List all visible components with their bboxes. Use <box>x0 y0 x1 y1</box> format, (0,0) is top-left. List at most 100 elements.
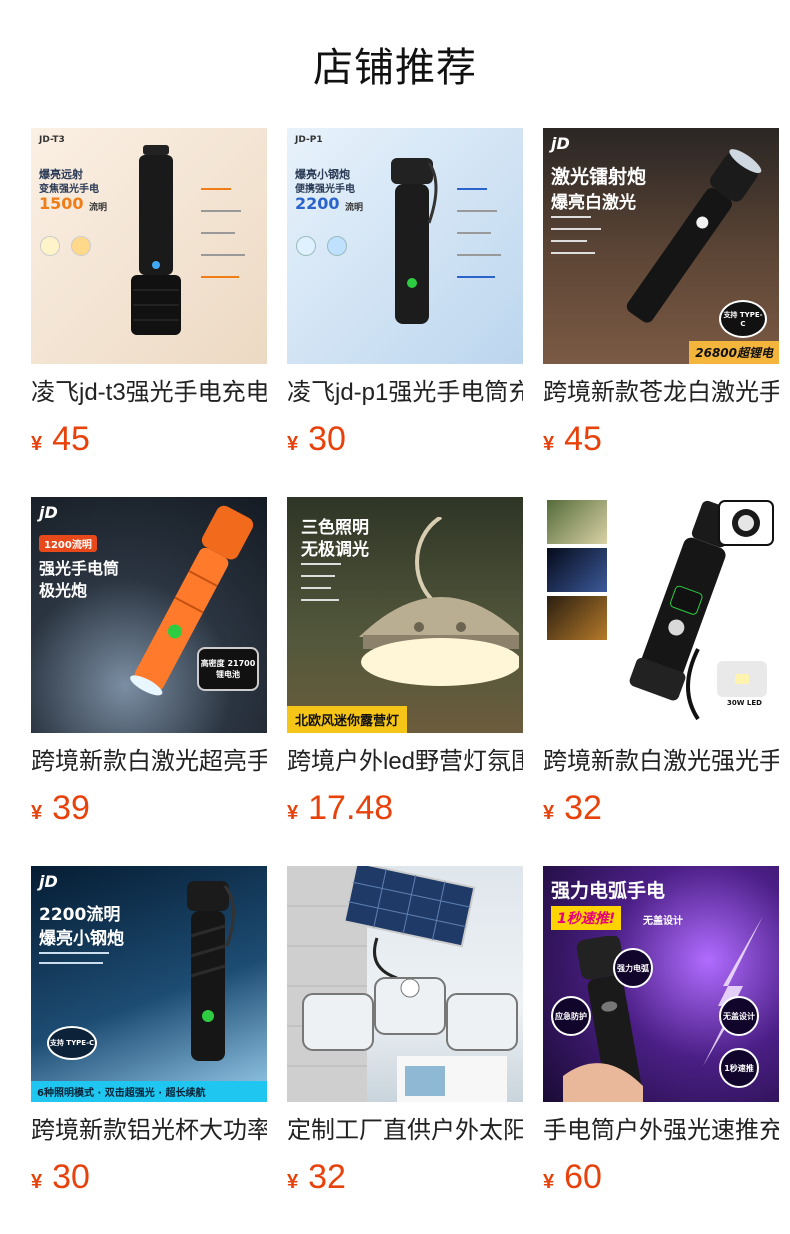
product-card[interactable]: JD-P1 爆亮小钢炮 便携强光手电 2200 流明 凌飞jd-p1强光手电筒充… <box>287 128 523 460</box>
brand-logo: jD <box>39 872 58 891</box>
brand-logo: jD <box>39 503 58 522</box>
product-price: ¥ 30 <box>287 420 523 460</box>
currency-symbol: ¥ <box>543 433 555 455</box>
product-image[interactable]: 30W LED <box>543 497 779 733</box>
product-price: ¥ 30 <box>31 1158 267 1198</box>
price-value: 32 <box>564 789 602 827</box>
product-price: ¥ 45 <box>31 420 267 460</box>
product-price: ¥ 45 <box>543 420 779 460</box>
feature-bubble: 应急防护 <box>551 996 591 1036</box>
price-value: 17.48 <box>308 789 394 827</box>
product-name[interactable]: 凌飞jd-t3强光手电充电式 <box>31 376 267 410</box>
product-card[interactable]: jD 激光镭射炮 爆亮白激光 支持 TYPE-C 26800超锂电 跨境新款苍龙… <box>543 128 779 460</box>
price-value: 45 <box>52 420 90 458</box>
image-unit: 流明 <box>89 203 108 213</box>
light-swatch-icon <box>296 236 316 256</box>
feature-bubble: 强力电弧 <box>613 948 653 988</box>
product-card[interactable]: 强力电弧手电 1秒速推! 无盖设计 强力电弧 应急防护 无盖设计 1秒速推 手电… <box>543 866 779 1198</box>
product-image[interactable] <box>287 866 523 1102</box>
feature-list <box>39 952 119 964</box>
currency-symbol: ¥ <box>287 802 299 824</box>
product-name[interactable]: 手电筒户外强光速推充电 <box>543 1114 779 1148</box>
image-lumen-tag: 1200流明 <box>39 535 97 552</box>
lightning-bolt-icon <box>703 916 763 1066</box>
image-subheadline: 极光炮 <box>39 581 88 600</box>
feature-bubble: 无盖设计 <box>719 996 759 1036</box>
product-price: ¥ 17.48 <box>287 789 523 829</box>
product-price: ¥ 32 <box>543 789 779 829</box>
image-figure: 2200 <box>295 194 340 213</box>
type-c-badge: 支持 TYPE-C <box>47 1026 97 1060</box>
price-value: 30 <box>52 1158 90 1196</box>
product-image[interactable]: 三色照明 无极调光 北欧风迷你露营灯 <box>287 497 523 733</box>
flashlight-icon <box>131 145 181 335</box>
product-image[interactable]: jD 2200流明 爆亮小钢炮 支持 TYPE-C 6种照明模式 · 双击超强光… <box>31 866 267 1102</box>
product-price: ¥ 39 <box>31 789 267 829</box>
light-swatch-icon <box>327 236 347 256</box>
feature-bubble: 1秒速推 <box>719 1048 759 1088</box>
image-model-tag: JD-P1 <box>295 135 323 145</box>
flashlight-icon <box>391 158 438 324</box>
currency-symbol: ¥ <box>543 1171 555 1193</box>
currency-symbol: ¥ <box>31 1171 43 1193</box>
image-banner: 6种照明模式 · 双击超强光 · 超长续航 <box>31 1081 267 1102</box>
currency-symbol: ¥ <box>287 433 299 455</box>
product-name[interactable]: 跨境新款白激光超亮手电筒 <box>31 745 267 779</box>
image-headline: 强光手电筒 <box>39 559 120 578</box>
image-figure: 1500 <box>39 194 84 213</box>
currency-symbol: ¥ <box>31 433 43 455</box>
image-unit: 流明 <box>345 203 364 213</box>
led-chip-icon <box>717 661 767 697</box>
scene-thumbnail <box>547 596 607 640</box>
product-image[interactable]: JD-P1 爆亮小钢炮 便携强光手电 2200 流明 <box>287 128 523 364</box>
light-swatch-icon <box>40 236 60 256</box>
image-model-tag: JD-T3 <box>39 135 65 145</box>
feature-list <box>201 188 256 308</box>
product-card[interactable]: JD-T3 爆亮远射 变焦强光手电 1500 流明 凌飞jd-t3强光手电充电 … <box>31 128 267 460</box>
product-name[interactable]: 跨境新款铝光杯大功率手电 <box>31 1114 267 1148</box>
page-title: 店铺推荐 <box>313 46 477 90</box>
image-subheadline: 便携强光手电 <box>295 184 355 195</box>
led-wattage-label: 30W LED <box>727 699 762 707</box>
product-card[interactable]: 定制工厂直供户外太阳能灯 ¥ 32 <box>287 866 523 1198</box>
currency-symbol: ¥ <box>31 802 43 824</box>
scene-thumbnail <box>547 548 607 592</box>
currency-symbol: ¥ <box>287 1171 299 1193</box>
camping-lantern-icon <box>359 517 519 686</box>
brand-logo: jD <box>551 134 570 153</box>
price-value: 39 <box>52 789 90 827</box>
image-subheadline: 爆亮小钢炮 <box>39 929 124 949</box>
product-price: ¥ 60 <box>543 1158 779 1198</box>
battery-badge: 高密度 21700 锂电池 <box>197 647 259 691</box>
product-price: ¥ 32 <box>287 1158 523 1198</box>
image-headline: 2200流明 <box>39 905 121 925</box>
light-swatch-icon <box>71 236 91 256</box>
solar-light-icon <box>287 866 518 1102</box>
product-image[interactable]: jD 激光镭射炮 爆亮白激光 支持 TYPE-C 26800超锂电 <box>543 128 779 364</box>
product-card[interactable]: 三色照明 无极调光 北欧风迷你露营灯 跨境户外led野营灯氛围灯 ¥ 17.48 <box>287 497 523 829</box>
price-value: 30 <box>308 420 346 458</box>
product-image[interactable]: JD-T3 爆亮远射 变焦强光手电 1500 流明 <box>31 128 267 364</box>
flashlight-icon <box>187 881 236 1061</box>
product-image[interactable]: 强力电弧手电 1秒速推! 无盖设计 强力电弧 应急防护 无盖设计 1秒速推 <box>543 866 779 1102</box>
product-name[interactable]: 跨境新款苍龙白激光手电筒 <box>543 376 779 410</box>
image-subheadline: 1秒速推! <box>551 906 622 930</box>
image-headline: 强力电弧手电 <box>551 880 666 902</box>
product-image[interactable]: jD 1200流明 强光手电筒 极光炮 高密度 21700 锂电池 <box>31 497 267 733</box>
product-name[interactable]: 定制工厂直供户外太阳能灯 <box>287 1114 523 1148</box>
price-value: 32 <box>308 1158 346 1196</box>
price-value: 60 <box>564 1158 602 1196</box>
type-c-badge: 支持 TYPE-C <box>719 300 767 338</box>
product-card[interactable]: jD 1200流明 强光手电筒 极光炮 高密度 21700 锂电池 跨境新款白激… <box>31 497 267 829</box>
image-banner: 北欧风迷你露营灯 <box>287 706 408 733</box>
product-name[interactable]: 跨境新款白激光强光手电筒 <box>543 745 779 779</box>
product-card[interactable]: jD 2200流明 爆亮小钢炮 支持 TYPE-C 6种照明模式 · 双击超强光… <box>31 866 267 1198</box>
scene-thumbnail <box>547 500 607 544</box>
product-card[interactable]: 30W LED 跨境新款白激光强光手电筒 ¥ 32 <box>543 497 779 829</box>
feature-list <box>551 216 611 254</box>
product-name[interactable]: 跨境户外led野营灯氛围灯 <box>287 745 523 779</box>
image-banner: 26800超锂电 <box>689 341 779 364</box>
image-subheadline: 变焦强光手电 <box>39 184 99 195</box>
product-name[interactable]: 凌飞jd-p1强光手电筒充电 <box>287 376 523 410</box>
price-value: 45 <box>564 420 602 458</box>
